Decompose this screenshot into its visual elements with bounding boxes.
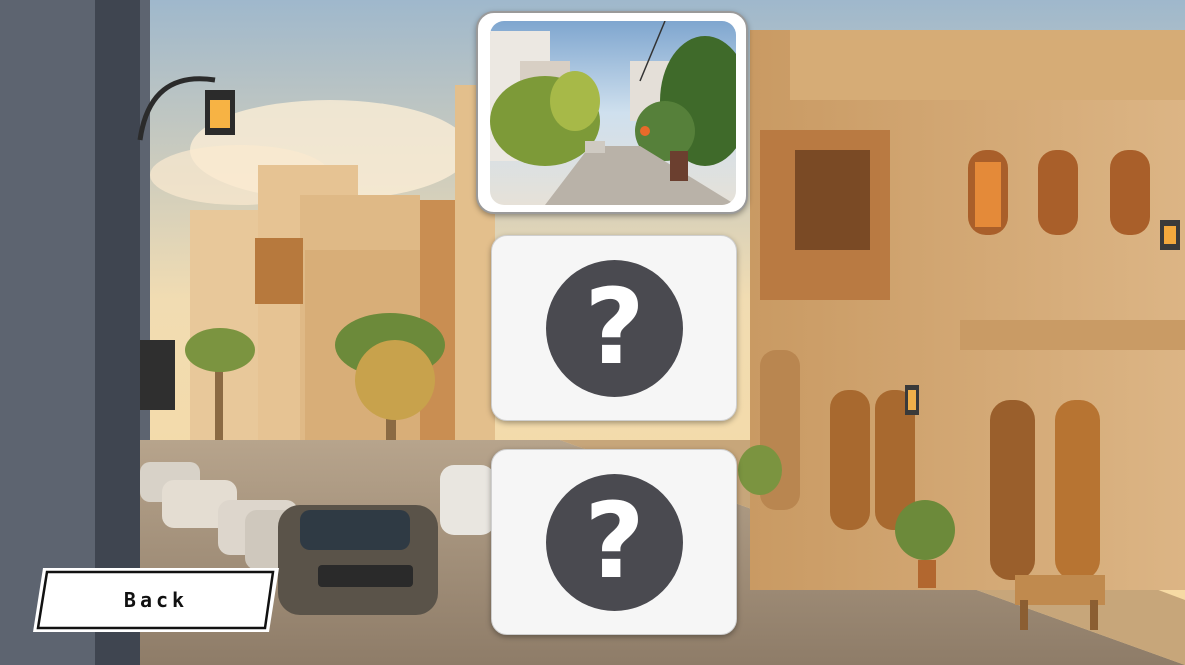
level-card-2[interactable]: ?	[491, 235, 737, 421]
level-card-1[interactable]	[476, 11, 748, 214]
level-select-screen: ? ? Back	[0, 0, 1185, 665]
back-button-label: Back	[123, 588, 189, 612]
locked-badge-glyph: ?	[584, 265, 645, 388]
level-card-3[interactable]: ?	[491, 449, 737, 635]
question-mark-icon: ?	[546, 260, 683, 397]
locked-badge-glyph: ?	[584, 479, 645, 602]
question-mark-icon: ?	[546, 474, 683, 611]
back-button[interactable]: Back	[33, 568, 279, 632]
level-1-thumbnail	[490, 21, 736, 205]
